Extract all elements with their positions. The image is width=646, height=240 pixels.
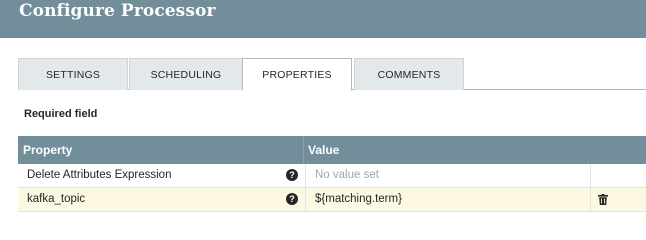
trash-icon[interactable] (598, 194, 608, 205)
dialog-header: Configure Processor (0, 0, 646, 38)
cell-divider (305, 188, 306, 212)
tab-scheduling[interactable]: SCHEDULING (129, 58, 243, 90)
table-header: Property Value (18, 136, 646, 164)
property-value[interactable]: ${matching.term} (315, 193, 402, 205)
required-field-label: Required field (24, 108, 98, 120)
table-row[interactable]: Delete Attributes Expression ? No value … (18, 164, 646, 188)
tab-properties[interactable]: PROPERTIES (242, 58, 352, 91)
cell-divider (590, 188, 591, 212)
column-divider (303, 136, 304, 164)
tab-comments[interactable]: COMMENTS (354, 58, 464, 90)
properties-table: Property Value Delete Attributes Express… (18, 136, 646, 212)
column-header-property: Property (23, 143, 73, 157)
cell-divider (305, 164, 306, 188)
property-name: kafka_topic (27, 193, 86, 205)
tab-bar: SETTINGS SCHEDULING PROPERTIES COMMENTS (18, 58, 646, 91)
help-icon[interactable]: ? (286, 193, 298, 205)
dialog-title: Configure Processor (19, 1, 216, 21)
property-value[interactable]: No value set (315, 169, 379, 181)
table-row[interactable]: kafka_topic ? ${matching.term} (18, 188, 646, 212)
cell-divider (590, 164, 591, 188)
column-header-value: Value (308, 143, 340, 157)
help-icon[interactable]: ? (286, 169, 298, 181)
tab-settings[interactable]: SETTINGS (18, 58, 128, 90)
property-name: Delete Attributes Expression (27, 169, 172, 181)
